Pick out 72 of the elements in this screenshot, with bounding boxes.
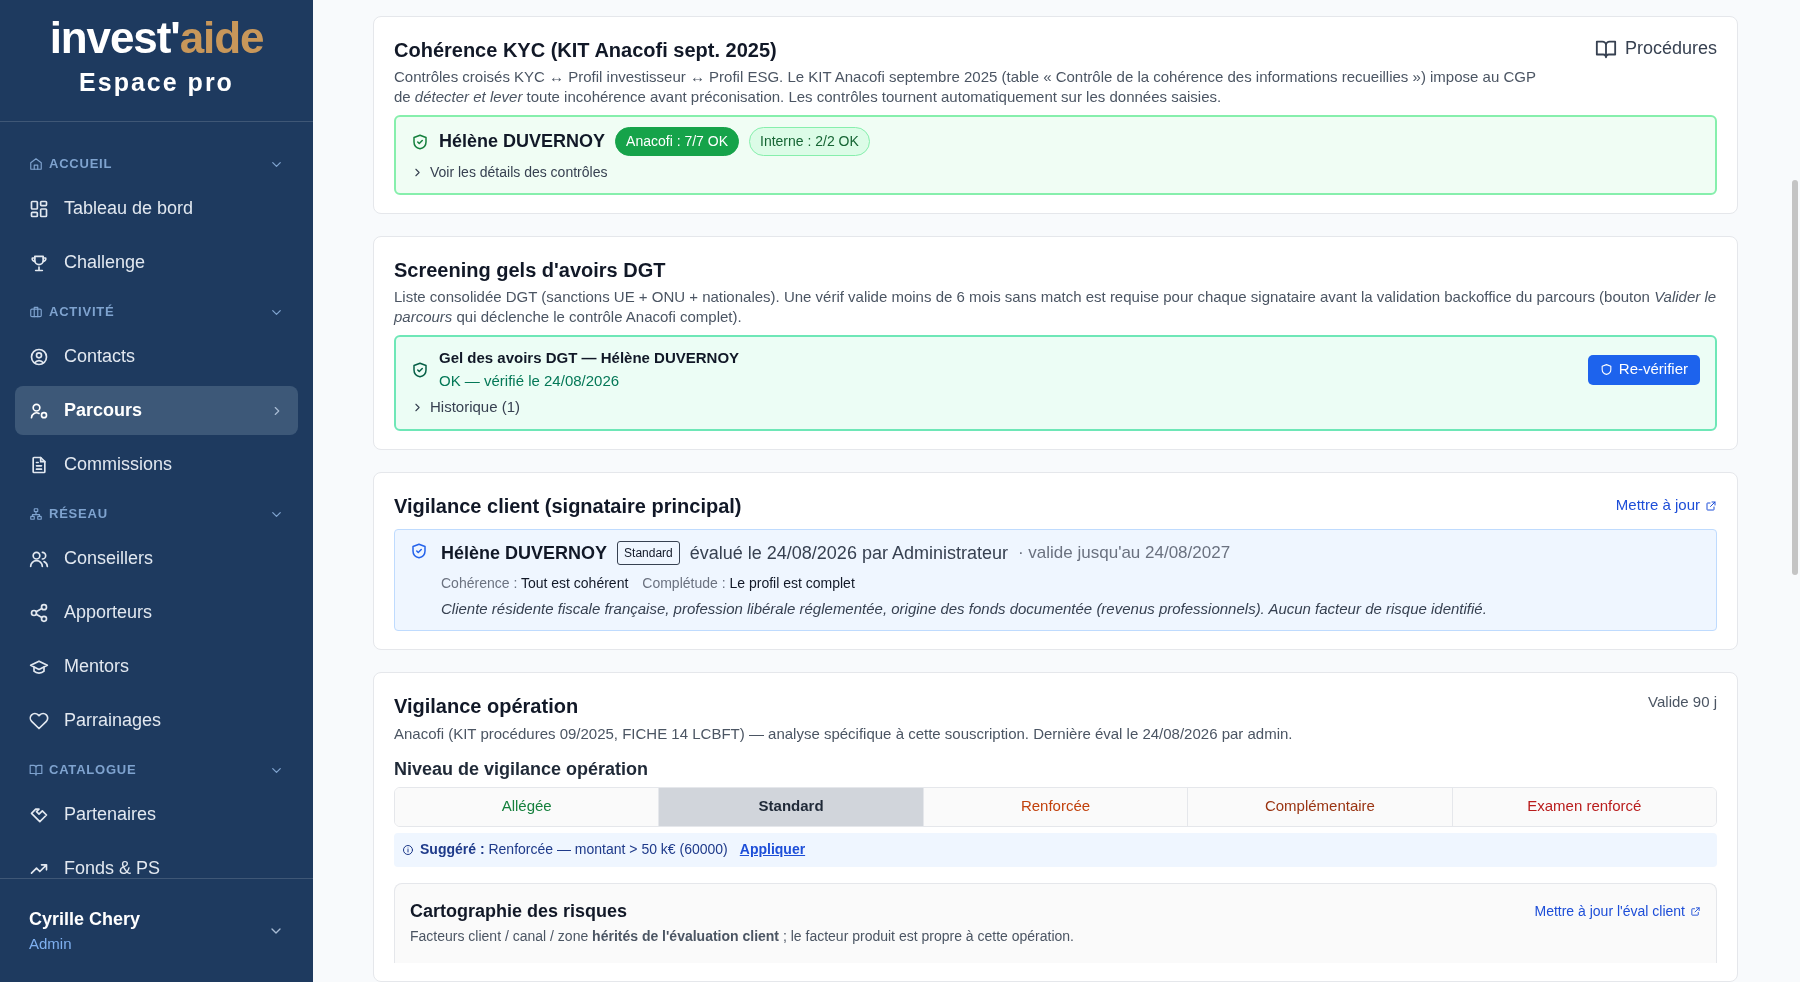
nav-item[interactable]: Contacts: [15, 332, 298, 381]
level-option[interactable]: Allégée: [395, 787, 659, 826]
subcard-description: Facteurs client / canal / zone hérités de l'évaluation client ; le facteur produit est propre à cette opération.: [410, 926, 1075, 946]
nav-item[interactable]: Partenaires: [15, 790, 298, 839]
card-title: Cohérence KYC (KIT Anacofi sept. 2025): [394, 38, 778, 63]
share-icon: [29, 602, 49, 623]
book-icon: [29, 763, 43, 777]
details-toggle[interactable]: Voir les détails des contrôles: [411, 162, 1700, 183]
network-icon: [29, 507, 43, 521]
info-icon: [402, 843, 414, 856]
nav-item[interactable]: Conseillers: [15, 534, 298, 583]
nav-item[interactable]: Tableau de bord: [15, 184, 298, 233]
evaluation-text: évalué le 24/08/2026 par Administrateur: [689, 541, 1008, 565]
result-title: Gel des avoirs DGT — Hélène DUVERNOY: [439, 348, 741, 368]
subcard-title: Cartographie des risques: [410, 899, 628, 923]
briefcase-icon: [29, 305, 43, 319]
section-label[interactable]: ACTIVITÉ: [49, 302, 269, 322]
level-option[interactable]: Standard: [658, 787, 923, 826]
logo: invest'aide: [49, 14, 264, 63]
person-name: Hélène DUVERNOY: [439, 130, 606, 153]
nav-item[interactable]: Parcours: [15, 386, 298, 435]
heart-icon: [29, 710, 49, 731]
user-role: Admin: [29, 933, 73, 954]
history-toggle[interactable]: Historique (1): [411, 396, 1700, 419]
section-heading: Niveau de vigilance opération: [394, 757, 650, 781]
shield-check-icon: [410, 541, 428, 560]
section-label[interactable]: RÉSEAU: [49, 504, 269, 524]
nav-item[interactable]: Challenge: [15, 238, 298, 287]
shield-check-icon: [411, 360, 429, 379]
result-status: OK — vérifié le 24/08/2026: [439, 370, 621, 391]
shield-check-icon: [411, 132, 429, 151]
app-subtitle: Espace pro: [79, 67, 234, 99]
section-label[interactable]: CATALOGUE: [49, 760, 269, 780]
nav-item[interactable]: Mentors: [15, 642, 298, 691]
card-description: Liste consolidée DGT (sanctions UE + ONU + nationales). Une vérif valide moins de 6 mois sans match est requise pour chaque signataire avant la validation backoffice du parcours (bouton Valider le parcours qui déclenche le contrôle Anacofi complet).: [394, 287, 1717, 327]
section-label[interactable]: ACCUEIL: [49, 154, 269, 174]
coherence-text: Cohérence : Tout est cohérent: [441, 573, 629, 593]
comment-text: Cliente résidente fiscale française, profession libérale réglementée, origine des fonds documentée (revenus professionnels). Aucun facteur de risque identifié.: [441, 598, 1488, 619]
nav-item[interactable]: Apporteurs: [15, 588, 298, 637]
user-circle-icon: [29, 346, 49, 367]
update-link[interactable]: Mettre à jour: [1615, 494, 1717, 517]
suggestion-text: Suggéré : Renforcée — montant > 50 k€ (60000): [420, 840, 728, 859]
level-option[interactable]: Renforcée: [922, 787, 1188, 826]
validity-text: · valide jusqu'au 24/08/2027: [1017, 542, 1231, 565]
user-name: Cyrille Chery: [29, 907, 142, 931]
status-badge: Anacofi : 7/7 OK: [615, 127, 739, 156]
status-badge: Interne : 2/2 OK: [749, 127, 870, 156]
update-link[interactable]: Mettre à jour l'éval client: [1534, 900, 1701, 922]
completude-text: Complétude : Le profil est complet: [642, 573, 855, 593]
card-title: Screening gels d'avoirs DGT: [394, 258, 667, 283]
card-title: Vigilance opération: [394, 694, 579, 719]
card-description: Anacofi (KIT procédures 09/2025, FICHE 14 LCBFT) — analyse spécifique à cette souscription. Dernière éval le 24/08/2026 par admin.: [394, 724, 1294, 744]
nav-item[interactable]: Parrainages: [15, 696, 298, 745]
level-option[interactable]: Examen renforcé: [1451, 787, 1716, 826]
apply-link[interactable]: Appliquer: [739, 839, 806, 860]
home-icon: [29, 157, 43, 171]
reverify-button[interactable]: Re-vérifier: [1587, 354, 1700, 385]
scrollbar[interactable]: [1792, 180, 1798, 575]
dashboard-icon: [29, 198, 49, 219]
nav-item[interactable]: Commissions: [15, 440, 298, 489]
procedures-link[interactable]: Procédures: [1594, 35, 1717, 62]
card-title: Vigilance client (signataire principal): [394, 493, 742, 519]
validity-text: Valide 90 j: [1648, 692, 1717, 712]
card-description: Contrôles croisés KYC ↔ Profil investisseur ↔ Profil ESG. Le KIT Anacofi septembre 2025 (table « Contrôle de la cohérence des informations recueillies ») impose au CGP de détecter et lever toute incohérence avant préconisation. Les contrôles tournent automatiquement sur les données saisies.: [394, 67, 1537, 107]
level-badge: Standard: [617, 541, 680, 565]
document-icon: [29, 454, 49, 475]
external-link-icon: [1705, 499, 1717, 512]
shield-icon: [1599, 363, 1613, 376]
person-name: Hélène DUVERNOY: [441, 541, 608, 565]
external-link-icon: [1690, 905, 1701, 917]
level-option[interactable]: Complémentaire: [1187, 787, 1452, 826]
nav-item[interactable]: Fonds & PS: [15, 844, 298, 878]
